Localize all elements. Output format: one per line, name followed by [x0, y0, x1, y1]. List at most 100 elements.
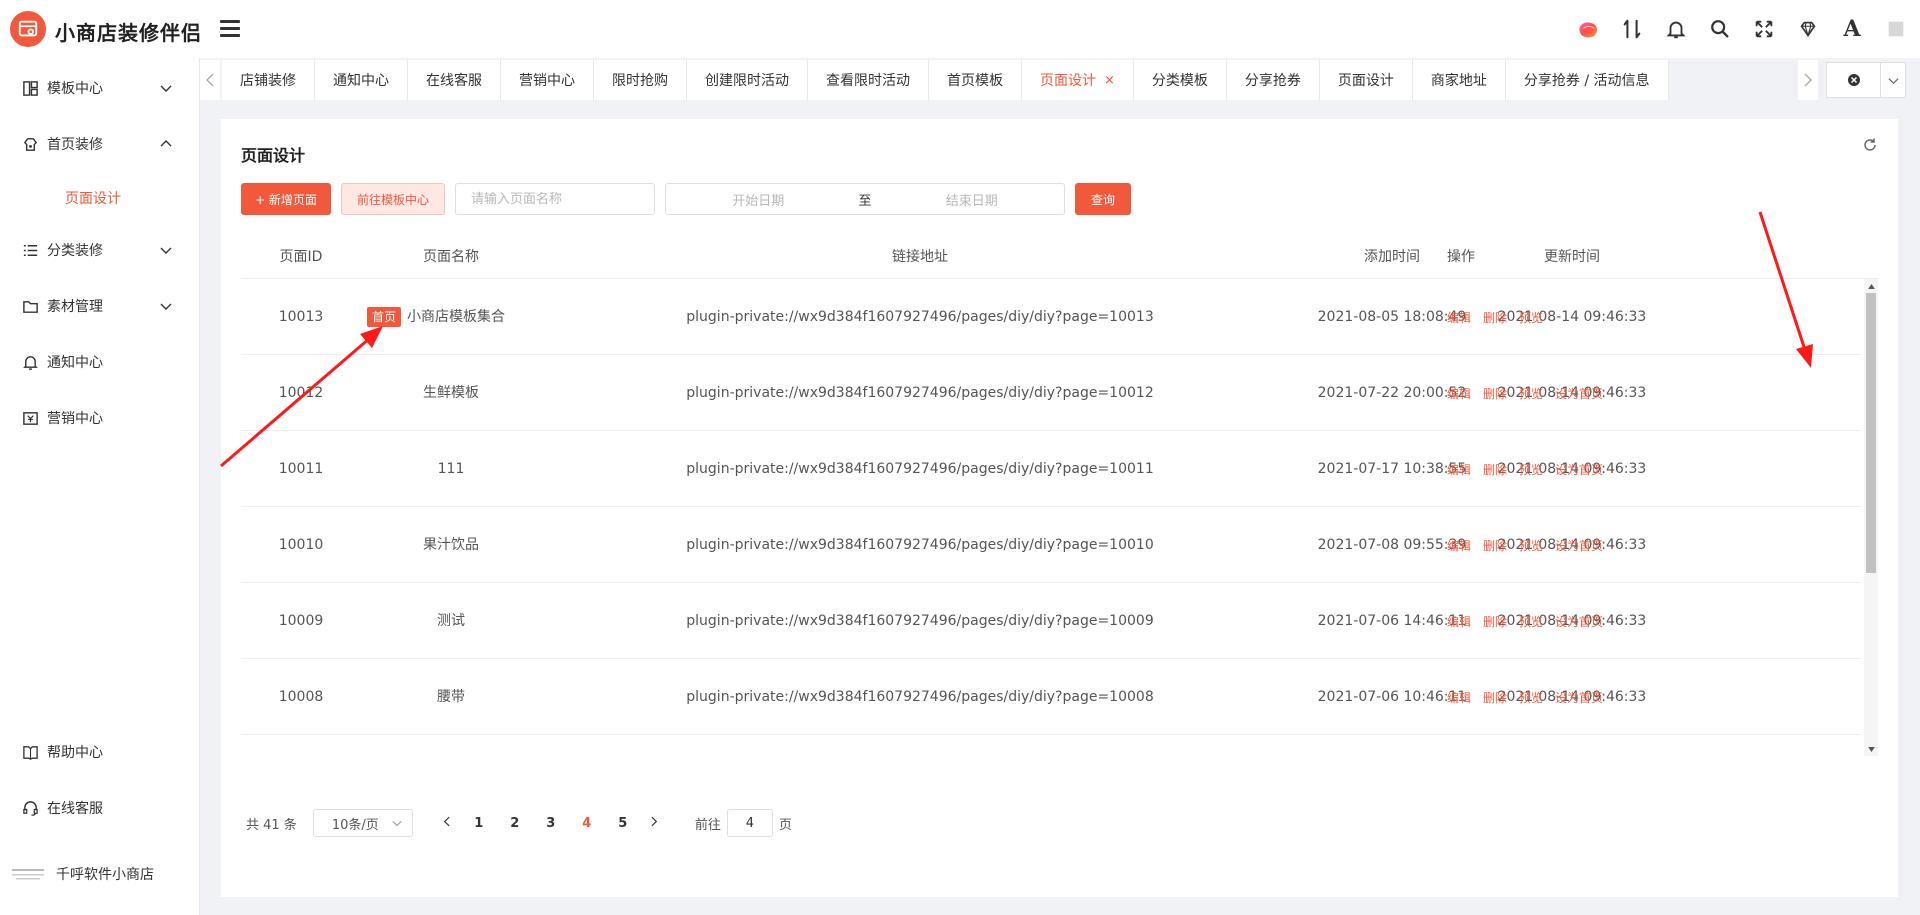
tab-flash-sale[interactable]: 限时抢购 — [594, 60, 687, 100]
tab-merchant-address[interactable]: 商家地址 — [1412, 60, 1506, 100]
set-home-link[interactable]: 设为首页 — [1555, 385, 1603, 402]
table-scrollbar[interactable] — [1864, 279, 1878, 756]
sidebar-item-label: 首页装修 — [47, 137, 103, 153]
tab-marketing-center[interactable]: 营销中心 — [501, 60, 594, 100]
sidebar-item-label: 帮助中心 — [47, 745, 103, 761]
preview-link[interactable]: 预览 — [1519, 689, 1543, 706]
preview-link[interactable]: 预览 — [1519, 613, 1543, 630]
tab-notification-center[interactable]: 通知中心 — [315, 60, 408, 100]
tab-online-service[interactable]: 在线客服 — [408, 60, 501, 100]
sidebar-item-template-center[interactable]: 模板中心 — [0, 68, 200, 108]
edit-link[interactable]: 编辑 — [1447, 689, 1471, 706]
tab-page-design-active[interactable]: 页面设计 × — [1022, 60, 1134, 100]
page-number[interactable]: 1 — [461, 816, 497, 831]
tab-view-flash-activity[interactable]: 查看限时活动 — [808, 60, 929, 100]
cell-link-url: plugin-private://wx9d384f1607927496/page… — [686, 613, 1154, 629]
bell-icon[interactable] — [1656, 9, 1696, 49]
page-number-current[interactable]: 4 — [569, 816, 605, 831]
set-home-link[interactable]: 设为首页 — [1555, 689, 1603, 706]
preview-link[interactable]: 预览 — [1519, 461, 1543, 478]
column-header-ops: 操作 — [1447, 249, 1475, 265]
sidebar-subitem-page-design[interactable]: 页面设计 — [0, 180, 200, 216]
cell-page-name: 果汁饮品 — [423, 507, 479, 583]
scrollbar-thumb[interactable] — [1866, 293, 1876, 573]
sidebar-item-label: 素材管理 — [47, 299, 103, 315]
next-page-icon[interactable] — [641, 816, 669, 831]
page-design-card: 页面设计 + 新增页面 前往模板中心 开始日期 至 结束日期 查询 页面ID 页… — [221, 119, 1898, 897]
delete-link[interactable]: 删除 — [1483, 461, 1507, 478]
preview-link[interactable]: 预览 — [1519, 385, 1543, 402]
tab-controls — [1826, 62, 1906, 98]
scroll-down-icon[interactable] — [1864, 742, 1878, 756]
page-name-search-input[interactable] — [455, 183, 655, 215]
end-date-field[interactable]: 结束日期 — [880, 190, 1065, 209]
delete-link[interactable]: 删除 — [1483, 385, 1507, 402]
preview-link[interactable]: 预览 — [1519, 309, 1543, 326]
cell-added-time: 2021-07-17 10:38:55 — [1317, 461, 1467, 477]
tab-scroll-right-icon[interactable] — [1798, 60, 1818, 100]
tab-create-flash-activity[interactable]: 创建限时活动 — [687, 60, 808, 100]
sidebar-item-help-center[interactable]: 帮助中心 — [0, 732, 200, 772]
sidebar-footer[interactable]: 千呼软件小商店 — [10, 854, 154, 894]
tab-scroll-left-icon[interactable] — [200, 60, 220, 100]
page-number[interactable]: 3 — [533, 816, 569, 831]
column-header-id: 页面ID — [279, 249, 323, 265]
page-size-select[interactable]: 10条/页 — [312, 809, 413, 837]
add-page-button[interactable]: + 新增页面 — [241, 183, 331, 215]
close-tabs-icon[interactable] — [1827, 63, 1881, 97]
delete-link[interactable]: 删除 — [1483, 689, 1507, 706]
sidebar-item-marketing-center[interactable]: 营销中心 — [0, 398, 200, 438]
date-range-picker[interactable]: 开始日期 至 结束日期 — [665, 183, 1065, 215]
scroll-up-icon[interactable] — [1864, 279, 1878, 293]
prev-page-icon[interactable] — [433, 816, 461, 831]
edit-link[interactable]: 编辑 — [1447, 461, 1471, 478]
menu-toggle-icon[interactable] — [220, 20, 240, 38]
search-icon[interactable] — [1700, 9, 1740, 49]
refresh-icon[interactable] — [1862, 137, 1878, 153]
user-avatar[interactable] — [1568, 9, 1608, 49]
edit-link[interactable]: 编辑 — [1447, 537, 1471, 554]
fullscreen-icon[interactable] — [1744, 9, 1784, 49]
delete-link[interactable]: 删除 — [1483, 309, 1507, 326]
goto-page-input[interactable] — [726, 809, 773, 837]
cell-page-name: 首页 小商店模板集合 — [366, 279, 505, 355]
delete-link[interactable]: 删除 — [1483, 613, 1507, 630]
sidebar-item-notification-center[interactable]: 通知中心 — [0, 342, 200, 382]
edit-link[interactable]: 编辑 — [1447, 309, 1471, 326]
font-size-icon[interactable]: A — [1832, 9, 1872, 49]
start-date-field[interactable]: 开始日期 — [666, 190, 851, 209]
set-home-link[interactable]: 设为首页 — [1555, 537, 1603, 554]
sidebar-item-label: 通知中心 — [47, 355, 103, 371]
chevron-down-icon — [160, 244, 172, 256]
go-template-center-button[interactable]: 前往模板中心 — [341, 183, 445, 215]
tab-category-template[interactable]: 分类模板 — [1133, 60, 1227, 100]
page-title: 页面设计 — [241, 146, 306, 165]
tab-page-design[interactable]: 页面设计 — [1319, 60, 1413, 100]
tab-home-template[interactable]: 首页模板 — [929, 60, 1022, 100]
tab-share-coupon-activity-info[interactable]: 分享抢券 / 活动信息 — [1505, 60, 1669, 100]
edit-link[interactable]: 编辑 — [1447, 613, 1471, 630]
sidebar-item-home-decoration[interactable]: 首页装修 — [0, 124, 200, 164]
chevron-down-icon[interactable] — [1881, 63, 1905, 97]
sidebar-item-category-decoration[interactable]: 分类装修 — [0, 230, 200, 270]
palette-icon — [21, 135, 39, 153]
tab-share-coupon[interactable]: 分享抢券 — [1226, 60, 1320, 100]
diamond-icon[interactable] — [1788, 9, 1828, 49]
sidebar-item-material-management[interactable]: 素材管理 — [0, 286, 200, 326]
preview-link[interactable]: 预览 — [1519, 537, 1543, 554]
sort-icon[interactable] — [1612, 9, 1652, 49]
delete-link[interactable]: 删除 — [1483, 537, 1507, 554]
bell-icon — [21, 353, 39, 371]
avatar-icon[interactable] — [1876, 9, 1916, 49]
tab-shop-decoration[interactable]: 店铺装修 — [222, 60, 315, 100]
row-actions: 编辑 删除 预览 设为首页 — [1447, 583, 1615, 659]
tab-close-icon[interactable]: × — [1104, 73, 1115, 88]
set-home-link[interactable]: 设为首页 — [1555, 461, 1603, 478]
page-number[interactable]: 5 — [605, 816, 641, 831]
set-home-link[interactable]: 设为首页 — [1555, 613, 1603, 630]
sidebar-item-online-service[interactable]: 在线客服 — [0, 788, 200, 828]
edit-link[interactable]: 编辑 — [1447, 385, 1471, 402]
query-button[interactable]: 查询 — [1075, 183, 1131, 215]
page-number[interactable]: 2 — [497, 816, 533, 831]
cell-page-id: 10008 — [278, 689, 324, 705]
